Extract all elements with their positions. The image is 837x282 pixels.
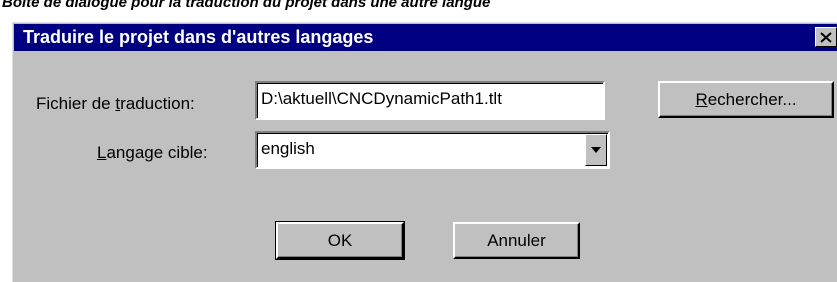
translation-file-label: Fichier de traduction:	[36, 94, 195, 113]
browse-button[interactable]: Rechercher...	[658, 81, 834, 118]
cancel-button[interactable]: Annuler	[453, 222, 580, 259]
target-language-label: Langage cible:	[97, 143, 208, 162]
title-bar: Traduire le projet dans d'autres langage…	[14, 24, 837, 51]
translation-file-input[interactable]: D:\aktuell\CNCDynamicPath1.tlt	[255, 81, 605, 120]
close-button[interactable]	[815, 27, 837, 47]
dialog-title: Traduire le projet dans d'autres langage…	[23, 27, 374, 47]
ok-button[interactable]: OK	[275, 221, 405, 260]
translate-dialog: Traduire le projet dans d'autres langage…	[12, 22, 837, 282]
browse-button-label: Rechercher...	[695, 89, 797, 109]
dropdown-button[interactable]	[585, 134, 607, 166]
chevron-down-icon	[591, 147, 601, 153]
close-icon	[820, 31, 832, 43]
target-language-select[interactable]: english	[255, 131, 610, 169]
figure-caption: Boîte de dialogue pour la traduction du …	[2, 0, 491, 11]
